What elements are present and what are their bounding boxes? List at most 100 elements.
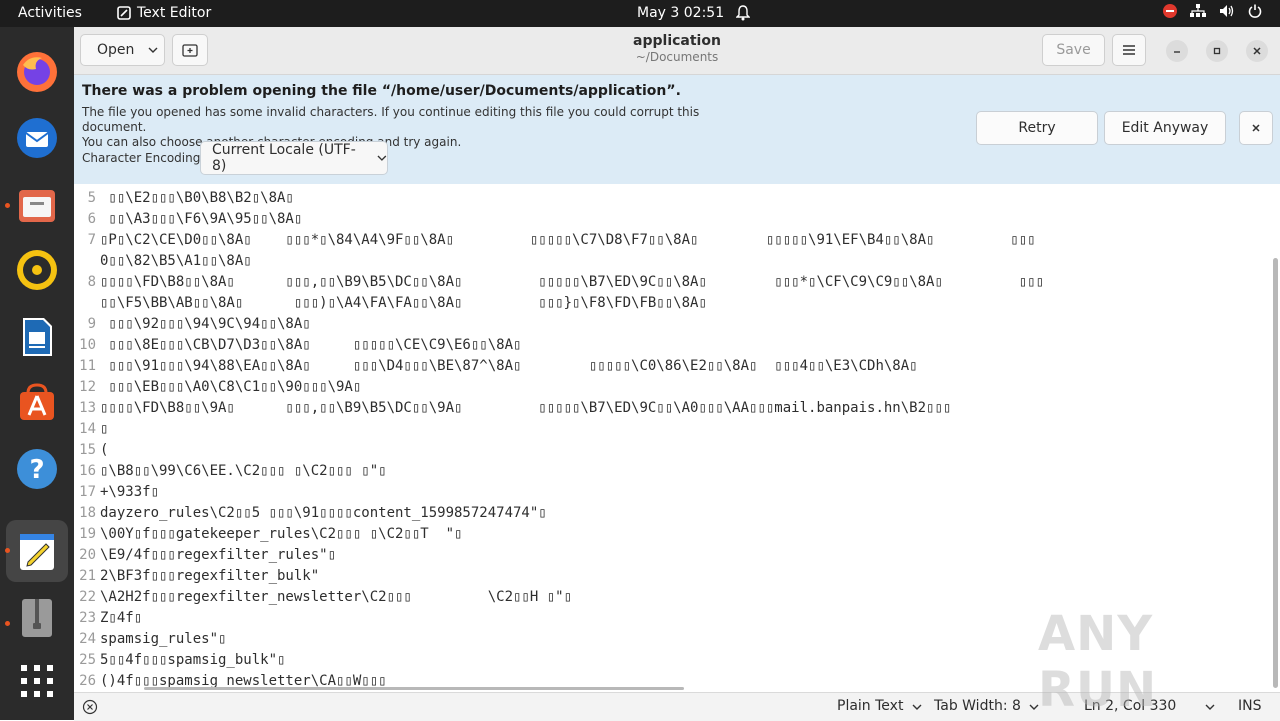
line-number: 10 — [79, 337, 96, 353]
line-text: +\933f▯ — [100, 484, 160, 500]
line-text: ( — [100, 442, 109, 458]
editor-line: 12 ▯▯▯\EB▯▯▯\A0\C8\C1▯▯\90▯▯▯\9A▯ — [74, 379, 361, 400]
clock[interactable]: May 3 02:51 — [637, 5, 724, 21]
line-number: 6 — [87, 211, 96, 227]
thunderbird-icon[interactable] — [14, 115, 60, 161]
main-menu-button[interactable] — [1112, 34, 1146, 66]
line-number: 19 — [79, 526, 96, 542]
close-window-button[interactable] — [1246, 40, 1268, 62]
archive-manager-icon[interactable] — [14, 595, 60, 641]
line-text: ▯P▯\C2\CE\D0▯▯\8A▯ ▯▯▯*▯\84\A4\9F▯▯\8A▯ … — [100, 232, 1036, 248]
line-text: ▯\B8▯▯\99\C6\EE.\C2▯▯▯ ▯\C2▯▯▯ ▯"▯ — [100, 463, 387, 479]
running-indicator — [5, 621, 10, 626]
libreoffice-writer-icon[interactable] — [14, 314, 60, 360]
line-number: 24 — [79, 631, 96, 647]
line-text: \00Y▯f▯▯▯gatekeeper_rules\C2▯▯▯ ▯\C2▯▯T … — [100, 526, 463, 542]
line-number: 5 — [87, 190, 96, 206]
editor-line: 5 ▯▯\E2▯▯▯\B0\B8\B2▯\8A▯ — [74, 190, 294, 211]
line-number: 22 — [79, 589, 96, 605]
line-text: ▯▯▯\EB▯▯▯\A0\C8\C1▯▯\90▯▯▯\9A▯ — [100, 379, 362, 395]
line-number: 18 — [79, 505, 96, 521]
tab-width-selector[interactable]: Tab Width: 8 — [934, 698, 1039, 714]
volume-icon — [1220, 5, 1234, 17]
show-applications-icon[interactable] — [14, 658, 60, 704]
maximize-button[interactable] — [1206, 40, 1228, 62]
status-close-icon[interactable] — [82, 699, 98, 715]
edit-anyway-button[interactable]: Edit Anyway — [1104, 111, 1226, 145]
infobar-message-line1: The file you opened has some invalid cha… — [82, 105, 700, 134]
editor-line: 14 ▯ — [74, 421, 108, 442]
editor-line: 16 ▯\B8▯▯\99\C6\EE.\C2▯▯▯ ▯\C2▯▯▯ ▯"▯ — [74, 463, 387, 484]
editor-line: 20 \E9/4f▯▯▯regexfilter_rules"▯ — [74, 547, 336, 568]
encoding-select[interactable]: Current Locale (UTF-8) — [200, 141, 388, 175]
line-number: 9 — [87, 316, 96, 332]
close-icon — [1253, 47, 1261, 55]
line-number: 15 — [79, 442, 96, 458]
infobar-message-line2: You can also choose another character en… — [82, 135, 462, 149]
line-number: 17 — [79, 484, 96, 500]
line-text: ▯▯▯\91▯▯▯\94\88\EA▯▯\8A▯ ▯▯▯\D4▯▯▯\BE\87… — [100, 358, 918, 374]
language-label: Plain Text — [837, 698, 904, 714]
language-selector[interactable]: Plain Text — [837, 698, 922, 714]
recording-indicator-icon — [1163, 4, 1177, 18]
chevron-down-icon — [377, 155, 387, 161]
system-tray[interactable] — [1163, 4, 1262, 18]
editor-line: 15( — [74, 442, 108, 463]
editor-line: 0▯▯\82\B5\A1▯▯\8A▯ — [74, 253, 252, 274]
editor-line: 22 \A2H2f▯▯▯regexfilter_newsletter\C2▯▯▯ … — [74, 589, 572, 610]
editor-line: 23 Z▯4f▯ — [74, 610, 142, 631]
text-editor-icon — [117, 6, 131, 20]
save-button[interactable]: Save — [1042, 34, 1105, 66]
line-number: 13 — [79, 400, 96, 416]
encoding-error-infobar: There was a problem opening the file “/h… — [74, 75, 1280, 184]
line-number: 14 — [79, 421, 96, 437]
dock: ? — [0, 27, 74, 720]
hamburger-menu-icon — [1123, 45, 1135, 55]
maximize-icon — [1213, 47, 1221, 55]
editor-line: 7 ▯P▯\C2\CE\D0▯▯\8A▯ ▯▯▯*▯\84\A4\9F▯▯\8A▯… — [74, 232, 1036, 253]
text-editor-dock-icon[interactable] — [14, 528, 60, 574]
line-number: 20 — [79, 547, 96, 563]
line-number: 12 — [79, 379, 96, 395]
line-text: ▯▯▯▯\FD\B8▯▯\8A▯ ▯▯▯,▯▯\B9\B5\DC▯▯\8A▯ ▯… — [100, 274, 1045, 290]
line-text: dayzero_rules\C2▯▯5 ▯▯▯\91▯▯▯▯content_15… — [100, 505, 547, 521]
minimize-button[interactable] — [1166, 40, 1188, 62]
minimize-icon — [1174, 51, 1180, 53]
editor-line: 13 ▯▯▯▯\FD\B8▯▯\9A▯ ▯▯▯,▯▯\B9\B5\DC▯▯\9A▯… — [74, 400, 951, 421]
editor-line: 21 2\BF3f▯▯▯regexfilter_bulk" — [74, 568, 319, 589]
running-indicator — [5, 548, 10, 553]
line-number: 16 — [79, 463, 96, 479]
horizontal-scrollbar[interactable] — [144, 687, 684, 690]
line-text: ▯ — [100, 421, 109, 437]
editor-line: 25 5▯▯4f▯▯▯spamsig_bulk"▯ — [74, 652, 285, 673]
app-center-icon[interactable] — [14, 379, 60, 425]
help-icon[interactable]: ? — [14, 446, 60, 492]
line-number: 7 — [87, 232, 96, 248]
rhythmbox-icon[interactable] — [14, 247, 60, 293]
editor-line: 18 dayzero_rules\C2▯▯5 ▯▯▯\91▯▯▯▯content_… — [74, 505, 547, 526]
app-name: Text Editor — [137, 5, 212, 21]
notification-bell-icon[interactable] — [735, 5, 751, 25]
activities-button[interactable]: Activities — [18, 5, 82, 21]
editor-line: 19 \00Y▯f▯▯▯gatekeeper_rules\C2▯▯▯ ▯\C2▯▯… — [74, 526, 462, 547]
line-number: 26 — [79, 673, 96, 689]
encoding-label: Character Encoding: — [82, 151, 205, 165]
retry-button[interactable]: Retry — [976, 111, 1098, 145]
line-text: ▯▯\E2▯▯▯\B0\B8\B2▯\8A▯ — [100, 190, 294, 206]
line-text: 0▯▯\82\B5\A1▯▯\8A▯ — [100, 253, 252, 269]
close-icon — [1252, 124, 1260, 132]
tab-width-label: Tab Width: 8 — [934, 698, 1021, 714]
line-text: ▯▯\F5\BB\AB▯▯\8A▯ ▯▯▯)▯\A4\FA\FA▯▯\8A▯ ▯… — [100, 295, 707, 311]
line-text: \A2H2f▯▯▯regexfilter_newsletter\C2▯▯▯ \C… — [100, 589, 573, 605]
editor-line: 24 spamsig_rules"▯ — [74, 631, 226, 652]
app-menu[interactable]: Text Editor — [117, 5, 211, 21]
line-text: ▯▯\A3▯▯▯\F6\9A\95▯▯\8A▯ — [100, 211, 303, 227]
dismiss-infobar-button[interactable] — [1239, 111, 1273, 145]
line-text: 2\BF3f▯▯▯regexfilter_bulk" — [100, 568, 320, 584]
header-bar: Open application ~/Documents Save — [74, 27, 1280, 75]
editor-line: 11 ▯▯▯\91▯▯▯\94\88\EA▯▯\8A▯ ▯▯▯\D4▯▯▯\BE… — [74, 358, 918, 379]
editor-line: 6 ▯▯\A3▯▯▯\F6\9A\95▯▯\8A▯ — [74, 211, 303, 232]
files-icon[interactable] — [14, 182, 60, 228]
infobar-message: The file you opened has some invalid cha… — [82, 105, 762, 150]
firefox-icon[interactable] — [14, 49, 60, 95]
